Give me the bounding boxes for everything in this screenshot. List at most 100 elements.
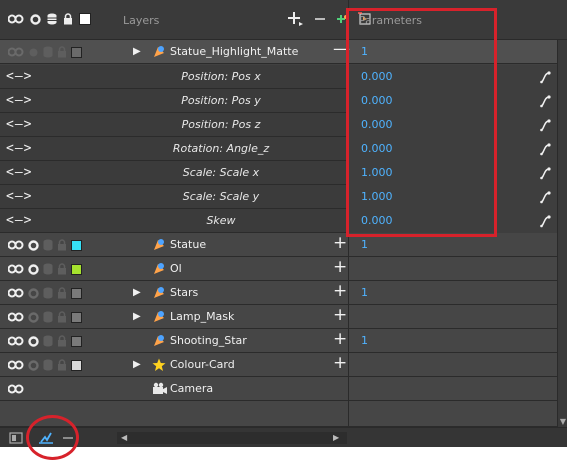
horizontal-scrollbar[interactable]: ◀ ▶ bbox=[117, 432, 347, 444]
expand-functions-icon[interactable]: + bbox=[333, 306, 347, 324]
database-icon bbox=[43, 263, 53, 275]
column-separator bbox=[348, 401, 349, 426]
function-curve-icon[interactable] bbox=[540, 142, 552, 159]
expand-functions-icon[interactable]: + bbox=[333, 354, 347, 372]
function-row[interactable]: <—> Position: Pos y 0.000 bbox=[0, 89, 567, 113]
lock-toggle-icon[interactable] bbox=[57, 46, 67, 58]
database-icon bbox=[43, 335, 53, 347]
layer-row[interactable]: ▶ Colour-Card + bbox=[0, 353, 567, 377]
lock-toggle-icon[interactable] bbox=[57, 335, 67, 347]
scroll-left-arrow-icon[interactable]: ◀ bbox=[121, 432, 127, 444]
expand-arrow-icon[interactable]: ▶ bbox=[133, 311, 141, 322]
lock-toggle-icon[interactable] bbox=[57, 263, 67, 275]
expand-arrow-icon[interactable]: ▶ bbox=[133, 359, 141, 370]
lock-toggle-icon[interactable] bbox=[57, 287, 67, 299]
add-layer-icon[interactable] bbox=[285, 8, 305, 28]
visibility-toggle-icon[interactable] bbox=[28, 47, 39, 58]
lock-toggle-icon[interactable] bbox=[57, 239, 67, 251]
enable-toggle-icon[interactable] bbox=[8, 46, 24, 58]
layer-color-swatch[interactable] bbox=[71, 239, 82, 251]
add-peg-icon[interactable] bbox=[335, 8, 349, 28]
layer-color-swatch[interactable] bbox=[71, 46, 82, 58]
parameter-value[interactable]: 1.000 bbox=[361, 166, 393, 179]
expand-arrow-icon[interactable]: ▶ bbox=[133, 46, 141, 57]
expand-functions-icon[interactable]: + bbox=[333, 258, 347, 276]
layer-row-statue-highlight-matte[interactable]: ▶ Statue_Highlight_Matte — 1 bbox=[0, 40, 567, 64]
function-label: Skew bbox=[206, 214, 236, 227]
scroll-down-arrow-icon[interactable]: ▼ bbox=[558, 417, 567, 427]
layer-color-swatch[interactable] bbox=[71, 287, 82, 299]
parameter-value[interactable]: 0.000 bbox=[361, 142, 393, 155]
layer-row[interactable]: Statue +1 bbox=[0, 233, 567, 257]
visibility-toggle-icon[interactable] bbox=[28, 263, 39, 275]
delete-layer-icon[interactable] bbox=[313, 8, 327, 28]
layer-color-swatch[interactable] bbox=[71, 335, 82, 347]
parameter-value[interactable]: 0.000 bbox=[361, 214, 393, 227]
enable-toggle-icon[interactable] bbox=[8, 359, 24, 371]
function-curve-icon[interactable] bbox=[540, 214, 552, 231]
layer-value: 1 bbox=[361, 286, 368, 299]
lock-toggle-icon[interactable] bbox=[57, 359, 67, 371]
database-icon[interactable] bbox=[47, 13, 57, 25]
enable-toggle-icon[interactable] bbox=[8, 335, 24, 347]
parameter-value[interactable]: 0.000 bbox=[361, 70, 393, 83]
layer-row[interactable]: Shooting_Star +1 bbox=[0, 329, 567, 353]
layer-name: Colour-Card bbox=[170, 358, 235, 371]
visibility-toggle-icon[interactable] bbox=[28, 359, 39, 371]
function-arrows: <—> bbox=[6, 213, 33, 228]
layer-properties-icon[interactable] bbox=[9, 431, 23, 445]
parameter-value[interactable]: 0.000 bbox=[361, 94, 393, 107]
layer-row[interactable]: Ol + bbox=[0, 257, 567, 281]
vertical-scrollbar[interactable]: ▼ bbox=[557, 40, 567, 427]
collapse-icon[interactable] bbox=[62, 431, 74, 445]
function-row[interactable]: <—> Skew 0.000 bbox=[0, 209, 567, 233]
function-row[interactable]: <—> Scale: Scale x 1.000 bbox=[0, 161, 567, 185]
scroll-right-arrow-icon[interactable]: ▶ bbox=[333, 432, 339, 444]
column-separator bbox=[348, 40, 349, 64]
function-curve-icon[interactable] bbox=[540, 70, 552, 87]
database-icon bbox=[43, 46, 53, 58]
show-all-icon[interactable] bbox=[30, 13, 41, 25]
layer-color-swatch[interactable] bbox=[71, 311, 82, 323]
layer-row[interactable]: ▶ Stars +1 bbox=[0, 281, 567, 305]
parameter-value[interactable]: 1.000 bbox=[361, 190, 393, 203]
enable-toggle-icon[interactable] bbox=[8, 239, 24, 251]
function-curve-icon[interactable] bbox=[540, 166, 552, 183]
function-row[interactable]: <—> Position: Pos z 0.000 bbox=[0, 113, 567, 137]
expand-functions-icon[interactable]: + bbox=[333, 330, 347, 348]
layer-row[interactable]: ▶ Lamp_Mask + bbox=[0, 305, 567, 329]
column-separator bbox=[348, 233, 349, 257]
expand-arrow-icon[interactable]: ▶ bbox=[133, 287, 141, 298]
lock-toggle-icon[interactable] bbox=[57, 311, 67, 323]
layer-color-swatch[interactable] bbox=[71, 359, 82, 371]
function-curve-icon[interactable] bbox=[540, 94, 552, 111]
visibility-toggle-icon[interactable] bbox=[28, 335, 39, 347]
drawing-layer-icon bbox=[152, 286, 166, 303]
enable-toggle-icon[interactable] bbox=[8, 263, 24, 275]
parameter-value[interactable]: 0.000 bbox=[361, 118, 393, 131]
layer-row[interactable]: Camera bbox=[0, 377, 567, 401]
layer-toggles bbox=[8, 383, 24, 395]
function-curve-icon[interactable] bbox=[540, 118, 552, 135]
enable-toggle-icon[interactable] bbox=[8, 383, 24, 395]
layer-color-swatch[interactable] bbox=[71, 263, 82, 275]
visibility-toggle-icon[interactable] bbox=[28, 239, 39, 251]
layer-toggles bbox=[8, 263, 82, 275]
expand-functions-icon[interactable]: + bbox=[333, 234, 347, 252]
function-curve-icon[interactable] bbox=[540, 190, 552, 207]
show-function-icon[interactable] bbox=[38, 431, 54, 445]
function-label: Position: Pos x bbox=[181, 70, 261, 83]
enable-toggle-icon[interactable] bbox=[8, 287, 24, 299]
lock-all-icon[interactable] bbox=[63, 13, 73, 25]
function-row[interactable]: <—> Scale: Scale y 1.000 bbox=[0, 185, 567, 209]
enable-all-icon[interactable] bbox=[8, 13, 24, 25]
visibility-toggle-icon[interactable] bbox=[28, 311, 39, 323]
color-swatch-header[interactable] bbox=[79, 13, 91, 25]
function-row[interactable]: <—> Rotation: Angle_z 0.000 bbox=[0, 137, 567, 161]
enable-toggle-icon[interactable] bbox=[8, 311, 24, 323]
visibility-toggle-icon[interactable] bbox=[28, 287, 39, 299]
timeline-panel: Layers Parameters ▶ Statue_Highlight_Mat… bbox=[0, 0, 567, 447]
expand-functions-icon[interactable]: + bbox=[333, 282, 347, 300]
colour-card-icon bbox=[152, 358, 166, 375]
function-row[interactable]: <—> Position: Pos x 0.000 bbox=[0, 65, 567, 89]
